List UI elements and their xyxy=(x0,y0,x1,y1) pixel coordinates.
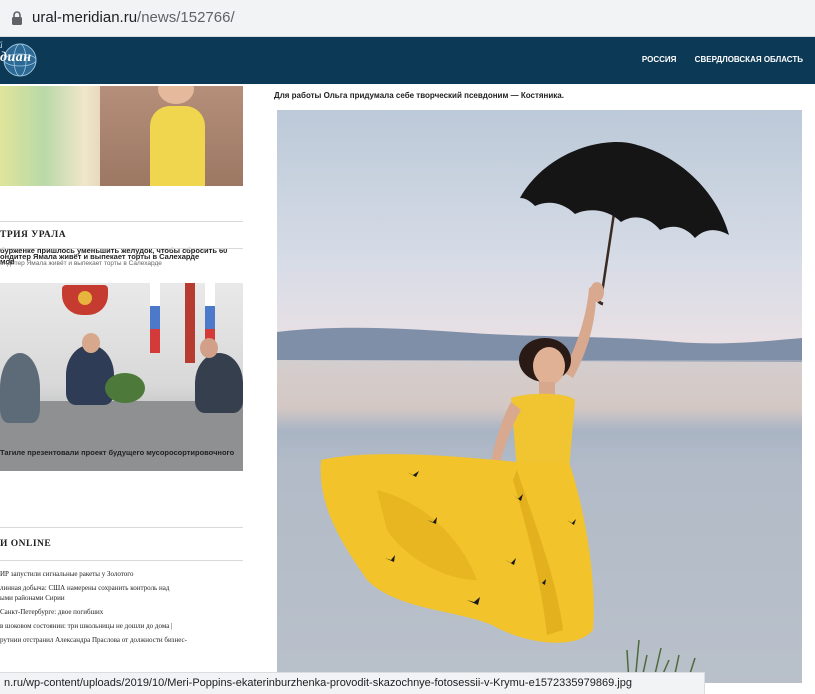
history-story-subtitle: ондитер Ямала живёт и выпекает торты в С… xyxy=(0,260,162,267)
sidebar: бурженке пришлось уменьшить желудок, что… xyxy=(0,84,245,693)
logo-prefix: й xyxy=(0,40,3,50)
list-item[interactable]: в шоковом состоянии: три школьницы не до… xyxy=(0,621,240,631)
list-item[interactable]: рутнии отстранил Александра Праслова от … xyxy=(0,635,240,645)
lock-icon xyxy=(12,11,22,25)
section-title-online: И ONLINE xyxy=(0,539,52,549)
section-title-history: ТРИЯ УРАЛА xyxy=(0,230,67,240)
online-news-list: ИР запустили сигнальные ракеты у Золотог… xyxy=(0,569,240,649)
story-thumbnail[interactable] xyxy=(0,283,243,471)
divider xyxy=(0,527,243,528)
story-thumbnail[interactable] xyxy=(0,86,243,186)
mary-poppins-illustration xyxy=(277,142,802,683)
story-caption[interactable]: Тагиле презентовали проект будущего мусо… xyxy=(0,448,234,457)
main-nav: РОССИЯ СВЕРДЛОВСКАЯ ОБЛАСТЬ xyxy=(626,55,803,64)
status-bar-url: n.ru/wp-content/uploads/2019/10/Meri-Pop… xyxy=(0,672,705,694)
photo-caption: Для работы Ольга придумала себе творческ… xyxy=(274,91,564,100)
list-item[interactable]: Санкт-Петербурге: двое погибших xyxy=(0,607,240,617)
nav-item-russia[interactable]: РОССИЯ xyxy=(642,55,677,64)
url-text[interactable]: ural-meridian.ru/news/152766/ xyxy=(32,9,235,26)
article-photo[interactable] xyxy=(277,110,802,683)
divider xyxy=(0,560,243,561)
address-bar[interactable]: ural-meridian.ru/news/152766/ xyxy=(0,0,815,37)
nav-item-sverdlovsk[interactable]: СВЕРДЛОВСКАЯ ОБЛАСТЬ xyxy=(695,55,803,64)
list-item[interactable]: ИР запустили сигнальные ракеты у Золотог… xyxy=(0,569,240,579)
logo-text[interactable]: диан xyxy=(0,50,32,66)
site-header: й диан РОССИЯ СВЕРДЛОВСКАЯ ОБЛАСТЬ xyxy=(0,37,815,84)
divider xyxy=(0,221,243,222)
divider xyxy=(0,248,243,249)
list-item[interactable]: линная добыча: США намерены сохранить ко… xyxy=(0,583,240,603)
